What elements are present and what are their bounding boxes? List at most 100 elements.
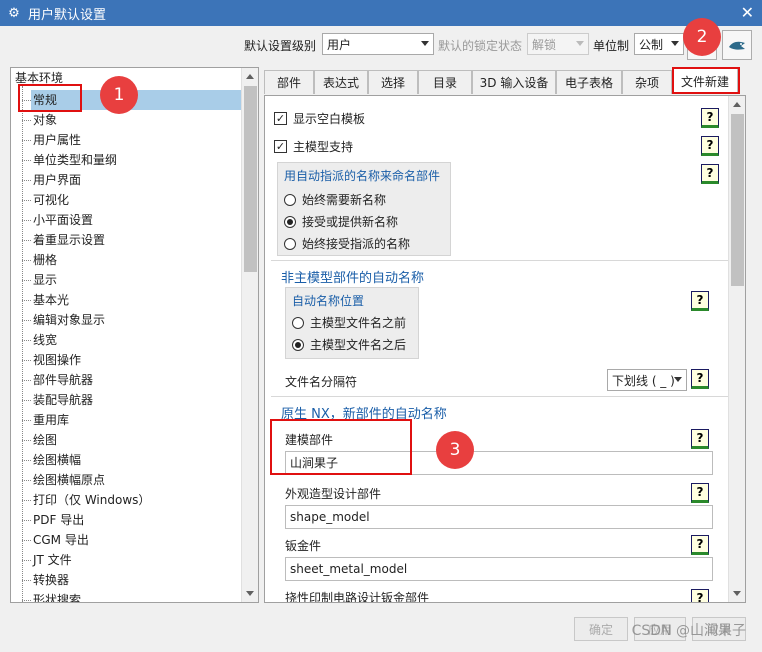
tree-item[interactable]: 用户界面 — [21, 170, 81, 190]
check-icon: ✓ — [274, 112, 287, 125]
level-select-value: 用户 — [327, 37, 352, 52]
tree-item[interactable]: 小平面设置 — [21, 210, 93, 230]
help-icon[interactable]: ? — [691, 535, 709, 555]
non-master-section: 非主模型部件的自动名称 自动名称位置 主模型文件名之前 主模型文件名之后 ? 文… — [271, 260, 729, 391]
auto-name-group-title: 用自动指派的名称来命名部件 — [284, 169, 441, 183]
tree-item[interactable]: 栅格 — [21, 250, 57, 270]
auto-name-group: 用自动指派的名称来命名部件 始终需要新名称 接受或提供新名称 始终接受指派的名称 — [277, 162, 451, 256]
tab-misc[interactable]: 杂项 — [622, 70, 672, 94]
tree-item[interactable]: 打印（仅 Windows） — [21, 490, 150, 510]
unit-select[interactable]: 公制 — [634, 33, 684, 55]
sheet-metal-input[interactable]: sheet_metal_model — [285, 557, 713, 581]
annotation-badge-2: 2 — [683, 18, 721, 56]
radio-off-icon — [284, 237, 296, 250]
help-icon[interactable]: ? — [691, 369, 709, 389]
annotation-box-file-new — [672, 67, 740, 94]
settings-panel: ✓ 显示空白模板 ? ✓ 主模型支持 ? 用自动指派的名称来命名部件 始终需要新名称… — [264, 95, 746, 603]
tree-item[interactable]: 绘图 — [21, 430, 57, 450]
tree-item[interactable]: 绘图横幅 — [21, 450, 81, 470]
separator-select[interactable]: 下划线 ( _ ) — [607, 369, 687, 391]
tree-scrollbar[interactable] — [241, 68, 258, 602]
radio-always-new-label: 始终需要新名称 — [302, 193, 387, 207]
window-title: 用户默认设置 — [28, 7, 107, 23]
panel-scroll-thumb[interactable] — [731, 114, 744, 286]
tab-3d-input[interactable]: 3D 输入设备 — [472, 70, 556, 94]
chevron-down-icon — [671, 41, 679, 46]
tab-part[interactable]: 部件 — [264, 70, 314, 94]
tree-connector-line — [22, 86, 23, 602]
tab-directory[interactable]: 目录 — [418, 70, 472, 94]
panel-scrollbar[interactable] — [728, 96, 745, 602]
bird-icon — [729, 41, 745, 50]
radio-after-master[interactable]: 主模型文件名之后 — [292, 336, 406, 353]
help-icon[interactable]: ? — [691, 589, 709, 602]
tree-item[interactable]: JT 文件 — [22, 550, 72, 570]
tab-expression[interactable]: 表达式 — [314, 70, 368, 94]
auto-pos-group: 自动名称位置 主模型文件名之前 主模型文件名之后 — [285, 287, 419, 359]
level-label: 默认设置级别 — [244, 39, 317, 53]
chevron-down-icon — [576, 41, 584, 46]
help-icon[interactable]: ? — [701, 164, 719, 184]
help-icon[interactable]: ? — [701, 136, 719, 156]
master-model-support-checkbox[interactable]: ✓ 主模型支持 — [274, 138, 353, 155]
tree-item[interactable]: 视图操作 — [21, 350, 81, 370]
separator-value: 下划线 ( _ ) — [612, 373, 675, 388]
scroll-up-icon[interactable] — [733, 102, 741, 107]
chevron-down-icon — [674, 377, 682, 382]
master-model-support-label: 主模型支持 — [293, 140, 354, 154]
ok-button[interactable]: 确定 — [574, 617, 628, 641]
tree-item[interactable]: 线宽 — [21, 330, 57, 350]
radio-always-accept-label: 始终接受指派的名称 — [302, 237, 411, 251]
shape-part-input[interactable]: shape_model — [285, 505, 713, 529]
shape-part-label: 外观造型设计部件 — [285, 487, 382, 501]
scroll-up-icon[interactable] — [246, 74, 254, 79]
help-icon[interactable]: ? — [691, 429, 709, 449]
tree-item[interactable]: 重用库 — [21, 410, 69, 430]
auto-pos-group-title: 自动名称位置 — [292, 294, 365, 308]
tree-item[interactable]: 单位类型和量纲 — [21, 150, 117, 170]
radio-accept-new-label: 接受或提供新名称 — [302, 215, 399, 229]
radio-always-accept[interactable]: 始终接受指派的名称 — [284, 235, 410, 252]
tree-scroll-thumb[interactable] — [244, 86, 257, 272]
tab-selection[interactable]: 选择 — [368, 70, 418, 94]
lock-select[interactable]: 解锁 — [527, 33, 589, 55]
tree-item[interactable]: CGM 导出 — [22, 530, 89, 550]
pcb-sheet-metal-label: 挠性印制电路设计钣金部件 — [285, 591, 430, 603]
tree-item[interactable]: 对象 — [21, 110, 57, 130]
tree-item[interactable]: 转换器 — [21, 570, 69, 590]
bird-icon-button[interactable] — [722, 30, 752, 60]
scroll-down-icon[interactable] — [246, 591, 254, 596]
tree-item[interactable]: 编辑对象显示 — [21, 310, 105, 330]
show-blank-template-checkbox[interactable]: ✓ 显示空白模板 — [274, 110, 365, 127]
radio-off-icon — [292, 316, 304, 329]
lock-label: 默认的锁定状态 — [438, 39, 523, 53]
annotation-box-general — [18, 84, 82, 112]
tree-item[interactable]: 形状搜索 — [21, 590, 81, 602]
show-blank-template-label: 显示空白模板 — [293, 112, 366, 126]
radio-accept-new[interactable]: 接受或提供新名称 — [284, 213, 398, 230]
close-icon[interactable]: ✕ — [741, 3, 754, 22]
tree-item[interactable]: PDF 导出 — [21, 510, 84, 530]
unit-select-value: 公制 — [639, 37, 664, 52]
tree-item[interactable]: 部件导航器 — [21, 370, 93, 390]
chevron-down-icon — [421, 41, 429, 46]
tree-item[interactable]: 着重显示设置 — [21, 230, 105, 250]
help-icon[interactable]: ? — [691, 291, 709, 311]
lock-select-value: 解锁 — [532, 37, 557, 52]
category-tree[interactable]: 基本环境 常规 对象 用户属性 单位类型和量纲 用户界面 可视化 小平面设置 着重显示设置 栅格… — [10, 67, 259, 603]
help-icon[interactable]: ? — [701, 108, 719, 128]
level-select[interactable]: 用户 — [322, 33, 434, 55]
tab-spreadsheet[interactable]: 电子表格 — [556, 70, 622, 94]
radio-always-new[interactable]: 始终需要新名称 — [284, 191, 386, 208]
tree-item[interactable]: 基本光 — [21, 290, 69, 310]
tree-item[interactable]: 绘图横幅原点 — [21, 470, 105, 490]
tree-item[interactable]: 装配导航器 — [21, 390, 93, 410]
tree-item[interactable]: 显示 — [21, 270, 57, 290]
radio-before-master[interactable]: 主模型文件名之前 — [292, 314, 406, 331]
tree-item[interactable]: 可视化 — [21, 190, 69, 210]
help-icon[interactable]: ? — [691, 483, 709, 503]
radio-after-label: 主模型文件名之后 — [310, 338, 407, 352]
tree-item[interactable]: 用户属性 — [21, 130, 81, 150]
radio-off-icon — [284, 193, 296, 206]
scroll-down-icon[interactable] — [733, 591, 741, 596]
